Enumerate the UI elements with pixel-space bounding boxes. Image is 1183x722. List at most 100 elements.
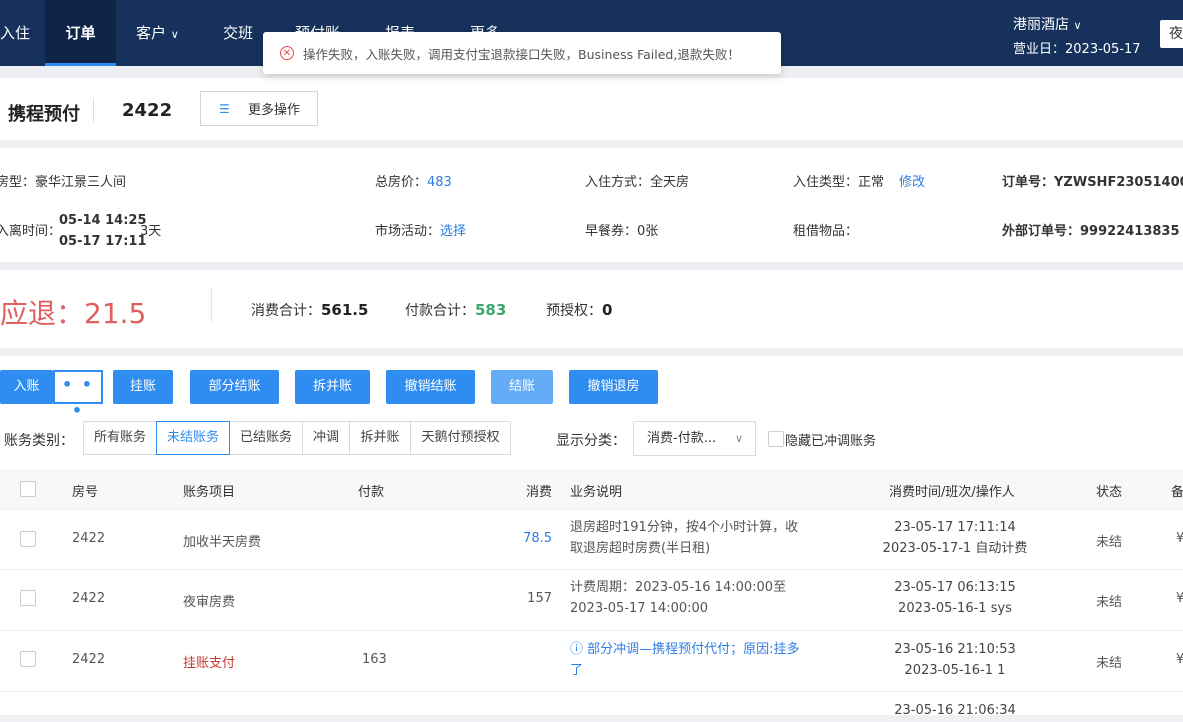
checkout-button[interactable]: 结账 — [491, 370, 553, 404]
external-order-number: 外部订单号：99922413835 — [1002, 224, 1180, 239]
table-row[interactable]: 2422 挂账支付 163 ⓘ 部分冲调—携程预付代付；原因:挂多了 23-05… — [0, 631, 1183, 692]
order-number: 订单号：YZWSHF23051400 — [1002, 175, 1183, 190]
ledger-panel: 入账 • • • 挂账 部分结账 拆并账 撤销结账 结账 撤销退房 账务类别： … — [0, 356, 1183, 718]
nav-item-shift[interactable]: 交班 — [223, 0, 263, 66]
column-room: 房号 — [72, 485, 99, 500]
total-price: 总房价：483 — [375, 175, 452, 190]
undo-checkout-room-button[interactable]: 撤销退房 — [569, 370, 658, 404]
tab-all-accounts[interactable]: 所有账务 — [83, 421, 157, 455]
post-more-button[interactable]: • • • — [53, 370, 103, 420]
divider — [93, 98, 94, 122]
preauth-total: 预授权：0 — [546, 301, 613, 319]
post-button[interactable]: 入账 — [0, 370, 53, 404]
info-icon: ⓘ — [570, 642, 588, 657]
column-payment: 付款 — [358, 485, 385, 500]
row-room: 2422 — [72, 652, 106, 667]
row-item: 挂账支付 — [183, 656, 236, 671]
modify-link[interactable]: 修改 — [899, 171, 925, 190]
display-category-select[interactable]: 消费-付款... ∨ — [633, 421, 756, 456]
chevron-down-icon: ∨ — [1073, 19, 1082, 32]
row-status: 未结 — [1096, 535, 1123, 550]
table-row[interactable]: 23-05-16 21:06:34 — [0, 692, 1183, 722]
market-select-link[interactable]: 选择 — [440, 224, 466, 239]
row-note: ¥ — [1176, 591, 1183, 606]
partial-checkout-button[interactable]: 部分结账 — [190, 370, 279, 404]
refund-amount: 应退：21.5 — [0, 297, 147, 330]
nights: 3天 — [140, 224, 162, 239]
row-payment: 163 — [362, 652, 387, 667]
tab-unsettled-accounts[interactable]: 未结账务 — [156, 421, 230, 455]
account-summary: 应退：21.5 消费合计：561.5 付款合计：583 预授权：0 — [0, 270, 1183, 348]
tab-split-merge[interactable]: 拆并账 — [349, 421, 411, 455]
room-type: 房型：豪华江景三人间 — [0, 175, 127, 190]
room-number: 2422 — [122, 100, 173, 121]
checkin-mode: 入住方式：全天房 — [585, 175, 690, 190]
divider — [211, 288, 212, 322]
checkin-type: 入住类型：正常 — [793, 175, 885, 190]
borrowed-items: 租借物品： — [793, 224, 859, 239]
tab-adjustments[interactable]: 冲调 — [302, 421, 350, 455]
column-consume: 消费 — [526, 485, 553, 500]
row-description: 退房超时191分钟，按4个小时计算，收 取退房超时房费(半日租) — [570, 520, 799, 556]
order-header: 携程预付 2422 ☰ 更多操作 — [0, 78, 1183, 140]
page-title: 携程预付 — [8, 104, 80, 125]
row-description: ⓘ 部分冲调—携程预付代付；原因:挂多了 — [570, 642, 800, 678]
row-description: 计费周期：2023-05-16 14:00:00至 2023-05-17 14:0… — [570, 580, 787, 616]
hide-adjusted-checkbox[interactable] — [768, 431, 784, 447]
hang-account-button[interactable]: 挂账 — [113, 370, 173, 404]
select-all-checkbox[interactable] — [20, 481, 36, 497]
split-merge-button[interactable]: 拆并账 — [295, 370, 370, 404]
row-checkbox[interactable] — [20, 531, 36, 547]
row-time: 23-05-17 06:13:15 2023-05-16-1 sys — [894, 580, 1016, 616]
table-row[interactable]: 2422 加收半天房费 78.5 退房超时191分钟，按4个小时计算，收 取退房超… — [0, 509, 1183, 570]
order-info: 房型：豪华江景三人间 总房价：483 入住方式：全天房 入住类型：正常 修改 订… — [0, 148, 1183, 262]
table-header: 房号 账务项目 付款 消费 业务说明 消费时间/班次/操作人 状态 备 — [0, 469, 1183, 510]
more-actions-button[interactable]: ☰ 更多操作 — [200, 91, 318, 126]
filter-label: 账务类别： — [4, 433, 74, 449]
row-consume: 157 — [527, 591, 552, 606]
display-category-label: 显示分类： — [556, 433, 626, 449]
hotel-selector[interactable]: 港丽酒店 ∨ — [1013, 16, 1082, 35]
list-icon: ☰ — [219, 101, 230, 116]
column-description: 业务说明 — [570, 485, 623, 500]
table-row[interactable]: 2422 夜审房费 157 计费周期：2023-05-16 14:00:00至 2… — [0, 570, 1183, 631]
breakfast: 早餐券：0张 — [585, 224, 659, 239]
column-status: 状态 — [1096, 485, 1123, 500]
consume-total: 消费合计：561.5 — [251, 301, 369, 319]
row-consume: 78.5 — [523, 531, 552, 546]
row-note: ¥ — [1176, 531, 1183, 546]
night-audit-button[interactable]: 夜 — [1160, 20, 1183, 48]
row-time: 23-05-16 21:06:34 — [894, 703, 1016, 718]
row-time: 23-05-17 17:11:14 2023-05-17-1 自动计费 — [882, 520, 1028, 556]
row-status: 未结 — [1096, 595, 1123, 610]
hide-adjusted-label: 隐藏已冲调账务 — [785, 434, 877, 449]
chevron-down-icon: ∨ — [734, 432, 743, 445]
stay-label: 入离时间： — [0, 224, 62, 239]
row-status: 未结 — [1096, 656, 1123, 671]
tab-settled-accounts[interactable]: 已结账务 — [229, 421, 303, 455]
undo-checkout-button[interactable]: 撤销结账 — [386, 370, 475, 404]
column-time: 消费时间/班次/操作人 — [889, 485, 1015, 500]
row-item: 夜审房费 — [183, 595, 236, 610]
nav-item-customers[interactable]: 客户 ∨ — [136, 0, 196, 66]
stay-dates: 05-14 14:25 05-17 17:11 — [59, 213, 147, 249]
toast-message: 操作失败，入账失败，调用支付宝退款接口失败，Business Failed,退款… — [303, 46, 740, 62]
row-checkbox[interactable] — [20, 651, 36, 667]
market-activity: 市场活动：选择 — [375, 224, 467, 239]
error-toast: ✕ 操作失败，入账失败，调用支付宝退款接口失败，Business Failed,… — [263, 32, 781, 74]
row-item: 加收半天房费 — [183, 535, 262, 550]
column-note: 备 — [1171, 485, 1183, 500]
payment-total: 付款合计：583 — [405, 301, 507, 319]
row-checkbox[interactable] — [20, 590, 36, 606]
error-icon: ✕ — [280, 46, 294, 60]
tab-swan-preauth[interactable]: 天鹅付预授权 — [410, 421, 511, 455]
column-item: 账务项目 — [183, 485, 236, 500]
chevron-down-icon: ∨ — [170, 28, 179, 41]
nav-item-orders[interactable]: 订单 — [45, 0, 116, 66]
row-room: 2422 — [72, 591, 106, 606]
business-date: 营业日：2023-05-17 — [1013, 42, 1141, 57]
nav-item-checkin[interactable]: 入住 — [0, 0, 40, 66]
row-note: ¥ — [1176, 652, 1183, 667]
row-room: 2422 — [72, 531, 106, 546]
row-time: 23-05-16 21:10:53 2023-05-16-1 1 — [894, 642, 1016, 678]
